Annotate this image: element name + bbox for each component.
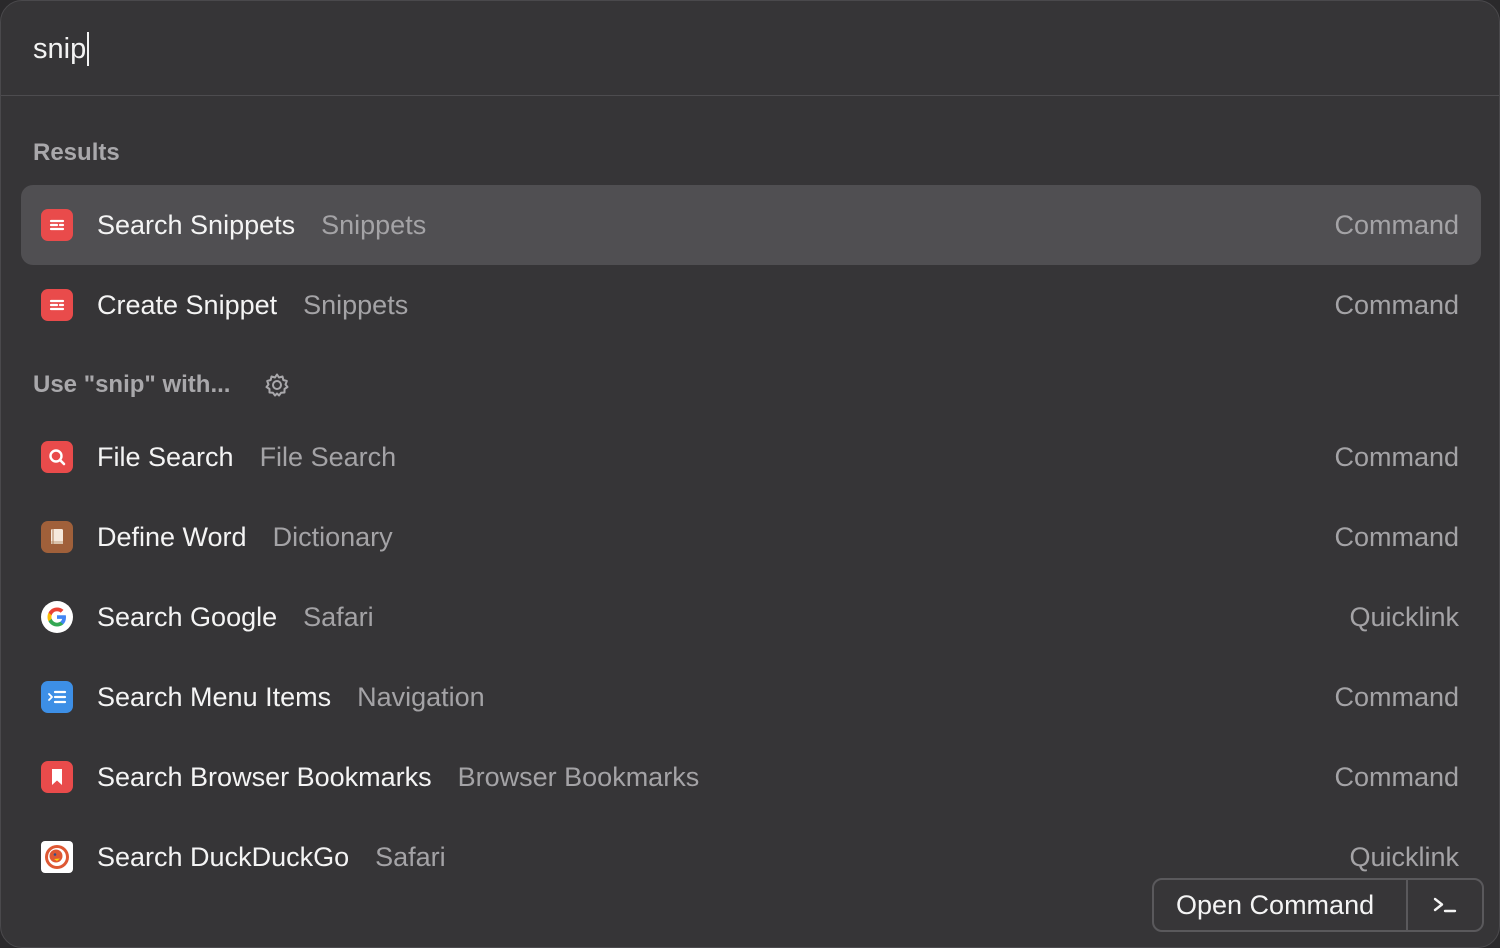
open-command-label: Open Command bbox=[1176, 889, 1375, 920]
result-title-text: Search Browser Bookmarks bbox=[97, 761, 432, 792]
duckduckgo-icon bbox=[41, 841, 73, 873]
result-subtitle: Safari bbox=[375, 841, 446, 872]
result-title-text: Search Google bbox=[97, 601, 278, 632]
google-icon bbox=[41, 601, 73, 633]
result-kind: Command bbox=[1334, 289, 1459, 320]
search-input[interactable]: snip bbox=[33, 29, 90, 69]
launcher-window: snip Results Search Snippets Snippets Com… bbox=[0, 0, 1500, 948]
result-subtitle: Dictionary bbox=[272, 521, 393, 552]
snippets-icon bbox=[41, 289, 73, 321]
result-subtitle: Navigation bbox=[357, 681, 485, 712]
section-header-results: Results bbox=[33, 139, 120, 167]
result-title: Search Menu Items Navigation bbox=[97, 682, 485, 713]
result-title-text: Search DuckDuckGo bbox=[97, 841, 350, 872]
result-title-text: Create Snippet bbox=[97, 289, 278, 320]
terminal-icon[interactable] bbox=[1408, 895, 1482, 915]
result-subtitle: Safari bbox=[303, 601, 374, 632]
result-kind: Command bbox=[1334, 761, 1459, 792]
menu-items-icon bbox=[41, 681, 73, 713]
file-search-icon bbox=[41, 441, 73, 473]
result-title-text: Search Menu Items bbox=[97, 681, 332, 712]
section-header-fallback: Use "snip" with... bbox=[33, 371, 290, 399]
fallback-row-search-menu-items[interactable]: Search Menu Items Navigation Command bbox=[21, 657, 1481, 737]
result-kind: Quicklink bbox=[1349, 841, 1459, 872]
result-title: Search Browser Bookmarks Browser Bookmark… bbox=[97, 762, 699, 793]
fallback-row-search-browser-bookmarks[interactable]: Search Browser Bookmarks Browser Bookmark… bbox=[21, 737, 1481, 817]
search-bar[interactable]: snip bbox=[1, 1, 1499, 96]
result-kind: Quicklink bbox=[1349, 601, 1459, 632]
result-subtitle: File Search bbox=[259, 441, 397, 472]
result-title-text: Define Word bbox=[97, 521, 247, 552]
results-header-label: Results bbox=[33, 139, 120, 166]
result-title-text: File Search bbox=[97, 441, 234, 472]
result-subtitle: Snippets bbox=[303, 289, 409, 320]
result-title: Create Snippet Snippets bbox=[97, 290, 408, 321]
snippets-icon bbox=[41, 209, 73, 241]
result-title: File Search File Search bbox=[97, 442, 396, 473]
result-subtitle: Snippets bbox=[321, 209, 427, 240]
result-kind: Command bbox=[1334, 209, 1459, 240]
result-title: Define Word Dictionary bbox=[97, 522, 393, 553]
text-caret bbox=[87, 32, 90, 66]
result-row-create-snippet[interactable]: Create Snippet Snippets Command bbox=[21, 265, 1481, 345]
result-title-text: Search Snippets bbox=[97, 209, 296, 240]
open-command-button[interactable]: Open Command bbox=[1152, 878, 1484, 932]
fallback-header-label: Use "snip" with... bbox=[33, 371, 231, 398]
result-kind: Command bbox=[1334, 441, 1459, 472]
fallback-row-file-search[interactable]: File Search File Search Command bbox=[21, 417, 1481, 497]
dictionary-icon bbox=[41, 521, 73, 553]
result-kind: Command bbox=[1334, 681, 1459, 712]
result-subtitle: Browser Bookmarks bbox=[457, 761, 700, 792]
bookmark-icon bbox=[41, 761, 73, 793]
result-title: Search Snippets Snippets bbox=[97, 210, 426, 241]
result-row-search-snippets[interactable]: Search Snippets Snippets Command bbox=[21, 185, 1481, 265]
result-title: Search DuckDuckGo Safari bbox=[97, 842, 446, 873]
search-query: snip bbox=[33, 33, 87, 65]
result-kind: Command bbox=[1334, 521, 1459, 552]
fallback-row-search-google[interactable]: Search Google Safari Quicklink bbox=[21, 577, 1481, 657]
fallback-row-define-word[interactable]: Define Word Dictionary Command bbox=[21, 497, 1481, 577]
gear-icon[interactable] bbox=[264, 372, 290, 398]
result-title: Search Google Safari bbox=[97, 602, 374, 633]
